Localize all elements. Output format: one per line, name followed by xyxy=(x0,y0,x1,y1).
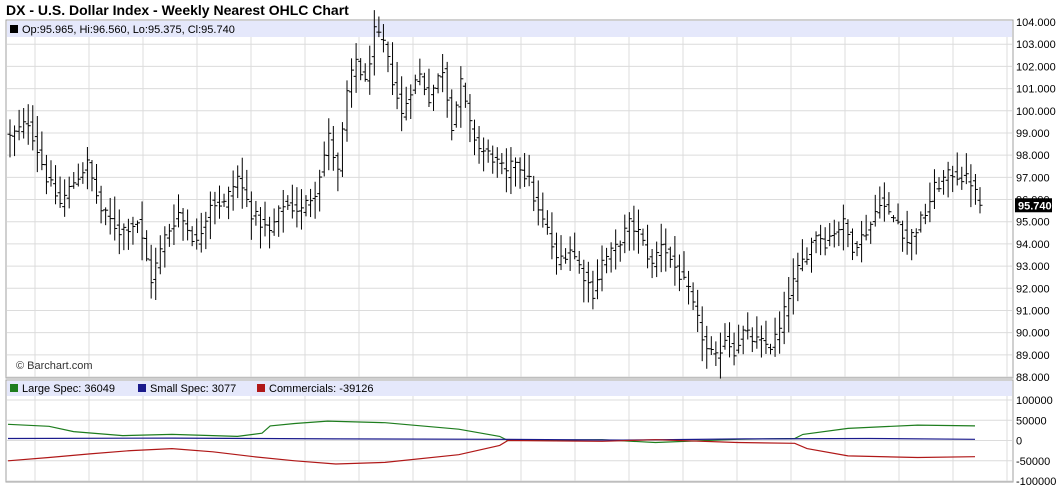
cot-legend: Large Spec: 36049 Small Spec: 3077 Comme… xyxy=(10,383,374,395)
price-y-tick-label: 100.000 xyxy=(1016,106,1056,118)
price-y-tick-label: 98.000 xyxy=(1016,150,1050,162)
price-y-tick-label: 102.000 xyxy=(1016,61,1056,73)
cot-y-tick-label: -100000 xyxy=(1016,476,1056,487)
ohlc-legend-text: Op:95.965, Hi:96.560, Lo:95.375, Cl:95.7… xyxy=(22,24,235,36)
cot-panel: -100000 -50000 0 50000 100000 Large Spec: 36… xyxy=(5,379,1056,487)
cot-y-tick-label: 100000 xyxy=(1016,395,1053,407)
price-y-tick-label: 89.000 xyxy=(1016,350,1050,362)
commercials-legend-label: Commercials: -39126 xyxy=(269,383,374,395)
last-price-marker: 95.740 xyxy=(1015,198,1052,213)
large-spec-legend-swatch xyxy=(10,384,18,392)
price-y-tick-label: 88.000 xyxy=(1016,372,1050,384)
price-y-tick-label: 95.000 xyxy=(1016,217,1050,229)
cot-y-tick-label: 50000 xyxy=(1016,415,1047,427)
large-spec-legend-label: Large Spec: 36049 xyxy=(22,383,115,395)
cot-y-axis: -100000 -50000 0 50000 100000 xyxy=(1016,395,1056,487)
price-y-tick-label: 104.000 xyxy=(1016,17,1056,29)
price-panel: 88.000 89.000 90.000 91.000 92.000 93.000 94.0… xyxy=(5,10,1056,384)
commercials-legend-swatch xyxy=(257,384,265,392)
cot-y-tick-label: -50000 xyxy=(1016,456,1050,468)
small-spec-legend-swatch xyxy=(138,384,146,392)
price-y-tick-label: 92.000 xyxy=(1016,283,1050,295)
ohlc-legend-marker xyxy=(10,25,18,33)
small-spec-legend-label: Small Spec: 3077 xyxy=(150,383,236,395)
barchart-credit: © Barchart.com xyxy=(16,360,93,372)
price-y-tick-label: 103.000 xyxy=(1016,39,1056,51)
price-y-tick-label: 91.000 xyxy=(1016,305,1050,317)
cot-y-tick-label: 0 xyxy=(1016,436,1022,448)
price-y-tick-label: 90.000 xyxy=(1016,328,1050,340)
ohlc-chart: 88.000 89.000 90.000 91.000 92.000 93.000 94.0… xyxy=(5,10,1056,487)
price-y-tick-label: 94.000 xyxy=(1016,239,1050,251)
price-y-tick-label: 93.000 xyxy=(1016,261,1050,273)
price-y-tick-label: 99.000 xyxy=(1016,128,1050,140)
last-price-label: 95.740 xyxy=(1018,200,1052,212)
price-y-tick-label: 97.000 xyxy=(1016,172,1050,184)
price-y-tick-label: 101.000 xyxy=(1016,84,1056,96)
